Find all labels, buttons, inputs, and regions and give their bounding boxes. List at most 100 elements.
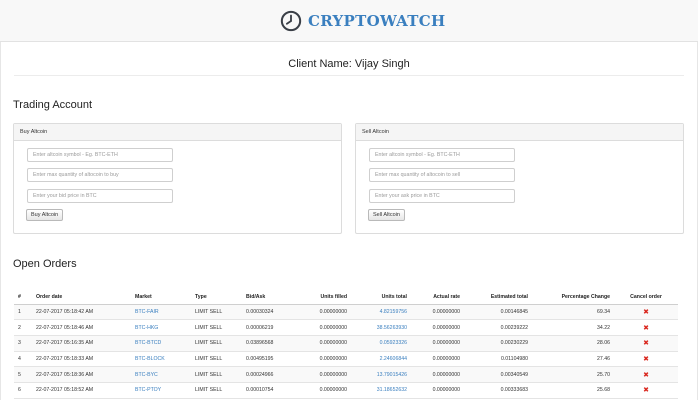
order-number: 1 [14,304,32,321]
estimated-total: 0.00239222 [464,319,532,336]
sell-price-input[interactable] [369,189,515,203]
units-filled: 0.00000000 [299,319,351,336]
bid-ask: 0.00006219 [242,319,299,336]
order-date: 22-07-2017 05:18:36 AM [32,366,131,383]
bid-ask: 0.00024966 [242,366,299,383]
order-type: LIMIT SELL [191,304,242,321]
cancel-order-button[interactable]: ✖ [614,351,678,368]
table-row: 4 22-07-2017 05:18:33 AM BTC-BLOCK LIMIT SE… [14,351,678,368]
market-link[interactable]: BTC-FAIR [131,304,191,321]
sell-panel-heading: Sell Altcoin [356,124,683,141]
actual-rate: 0.00000000 [411,366,464,383]
actual-rate: 0.00000000 [411,319,464,336]
percentage-change: 27.46 [532,351,614,368]
units-total: 13.79015426 [351,366,411,383]
column-header-percentage-change: Percentage Change [532,290,614,305]
market-link[interactable]: BTC-PTOY [131,382,191,399]
units-total: 4.82159756 [351,304,411,321]
order-type: LIMIT SELL [191,319,242,336]
units-filled: 0.00000000 [299,351,351,368]
estimated-total: 0.00333683 [464,382,532,399]
column-header-order-date: Order date [32,290,131,305]
buy-quantity-input[interactable] [27,168,173,182]
table-row: 5 22-07-2017 05:18:36 AM BTC-BYC LIMIT SELL… [14,366,678,383]
open-orders-table: # Order date Market Type Bid/Ask Units f… [14,290,678,399]
units-filled: 0.00000000 [299,335,351,352]
actual-rate: 0.00000000 [411,382,464,399]
column-header-estimated-total: Estimated total [464,290,532,305]
bid-ask: 0.03896568 [242,335,299,352]
market-link[interactable]: BTC-BLOCK [131,351,191,368]
order-date: 22-07-2017 05:18:46 AM [32,319,131,336]
cancel-order-button[interactable]: ✖ [614,335,678,352]
order-date: 22-07-2017 05:18:52 AM [32,382,131,399]
bid-ask: 0.00495195 [242,351,299,368]
order-date: 22-07-2017 05:16:35 AM [32,335,131,352]
trading-account-title: Trading Account [13,99,93,111]
cancel-order-button[interactable]: ✖ [614,319,678,336]
units-filled: 0.00000000 [299,304,351,321]
buy-altcoin-panel: Buy Altcoin Buy Altcoin [13,123,342,234]
clock-icon [280,10,302,32]
estimated-total: 0.00146845 [464,304,532,321]
close-icon[interactable]: ✖ [643,372,649,379]
market-link[interactable]: BTC-BYC [131,366,191,383]
estimated-total: 0.00230229 [464,335,532,352]
column-header-units-total: Units total [351,290,411,305]
cancel-order-button[interactable]: ✖ [614,304,678,321]
order-number: 5 [14,366,32,383]
units-total: 31.18652632 [351,382,411,399]
estimated-total: 0.00340549 [464,366,532,383]
column-header-market: Market [131,290,191,305]
sell-quantity-input[interactable] [369,168,515,182]
percentage-change: 69.34 [532,304,614,321]
table-row: 3 22-07-2017 05:16:35 AM BTC-BTCD LIMIT SEL… [14,335,678,352]
close-icon[interactable]: ✖ [643,387,649,394]
percentage-change: 34.22 [532,319,614,336]
buy-altcoin-button[interactable]: Buy Altcoin [26,209,64,221]
order-number: 2 [14,319,32,336]
actual-rate: 0.00000000 [411,335,464,352]
sell-altcoin-button[interactable]: Sell Altcoin [368,209,405,221]
brand-name: CRYPTOWATCH [308,12,446,30]
bid-ask: 0.00030324 [242,304,299,321]
column-header-cancel-order: Cancel order [614,290,678,305]
actual-rate: 0.00000000 [411,351,464,368]
divider [14,75,684,76]
buy-symbol-input[interactable] [27,148,173,162]
order-number: 3 [14,335,32,352]
table-row: 1 22-07-2017 05:18:42 AM BTC-FAIR LIMIT SEL… [14,304,678,321]
units-filled: 0.00000000 [299,382,351,399]
top-navbar: CRYPTOWATCH [0,0,698,42]
sell-altcoin-panel: Sell Altcoin Sell Altcoin [355,123,684,234]
order-type: LIMIT SELL [191,335,242,352]
open-orders-title: Open Orders [13,258,77,270]
close-icon[interactable]: ✖ [643,309,649,316]
units-filled: 0.00000000 [299,366,351,383]
column-header-type: Type [191,290,242,305]
market-link[interactable]: BTC-BTCD [131,335,191,352]
column-header-units-filled: Units filled [299,290,351,305]
actual-rate: 0.00000000 [411,304,464,321]
buy-panel-heading: Buy Altcoin [14,124,341,141]
table-row: 2 22-07-2017 05:18:46 AM BTC-HKG LIMIT SELL… [14,319,678,336]
order-number: 6 [14,382,32,399]
cancel-order-button[interactable]: ✖ [614,366,678,383]
brand-logo[interactable]: CRYPTOWATCH [280,8,445,34]
buy-price-input[interactable] [27,189,173,203]
table-header-row: # Order date Market Type Bid/Ask Units f… [14,290,678,305]
order-number: 4 [14,351,32,368]
bid-ask: 0.00010754 [242,382,299,399]
client-name: Client Name: Vijay Singh [288,58,410,70]
percentage-change: 28.06 [532,335,614,352]
sell-symbol-input[interactable] [369,148,515,162]
order-type: LIMIT SELL [191,366,242,383]
order-date: 22-07-2017 05:18:42 AM [32,304,131,321]
close-icon[interactable]: ✖ [643,356,649,363]
column-header-actual-rate: Actual rate [411,290,464,305]
cancel-order-button[interactable]: ✖ [614,382,678,399]
units-total: 2.24606844 [351,351,411,368]
close-icon[interactable]: ✖ [643,325,649,332]
close-icon[interactable]: ✖ [643,340,649,347]
market-link[interactable]: BTC-HKG [131,319,191,336]
